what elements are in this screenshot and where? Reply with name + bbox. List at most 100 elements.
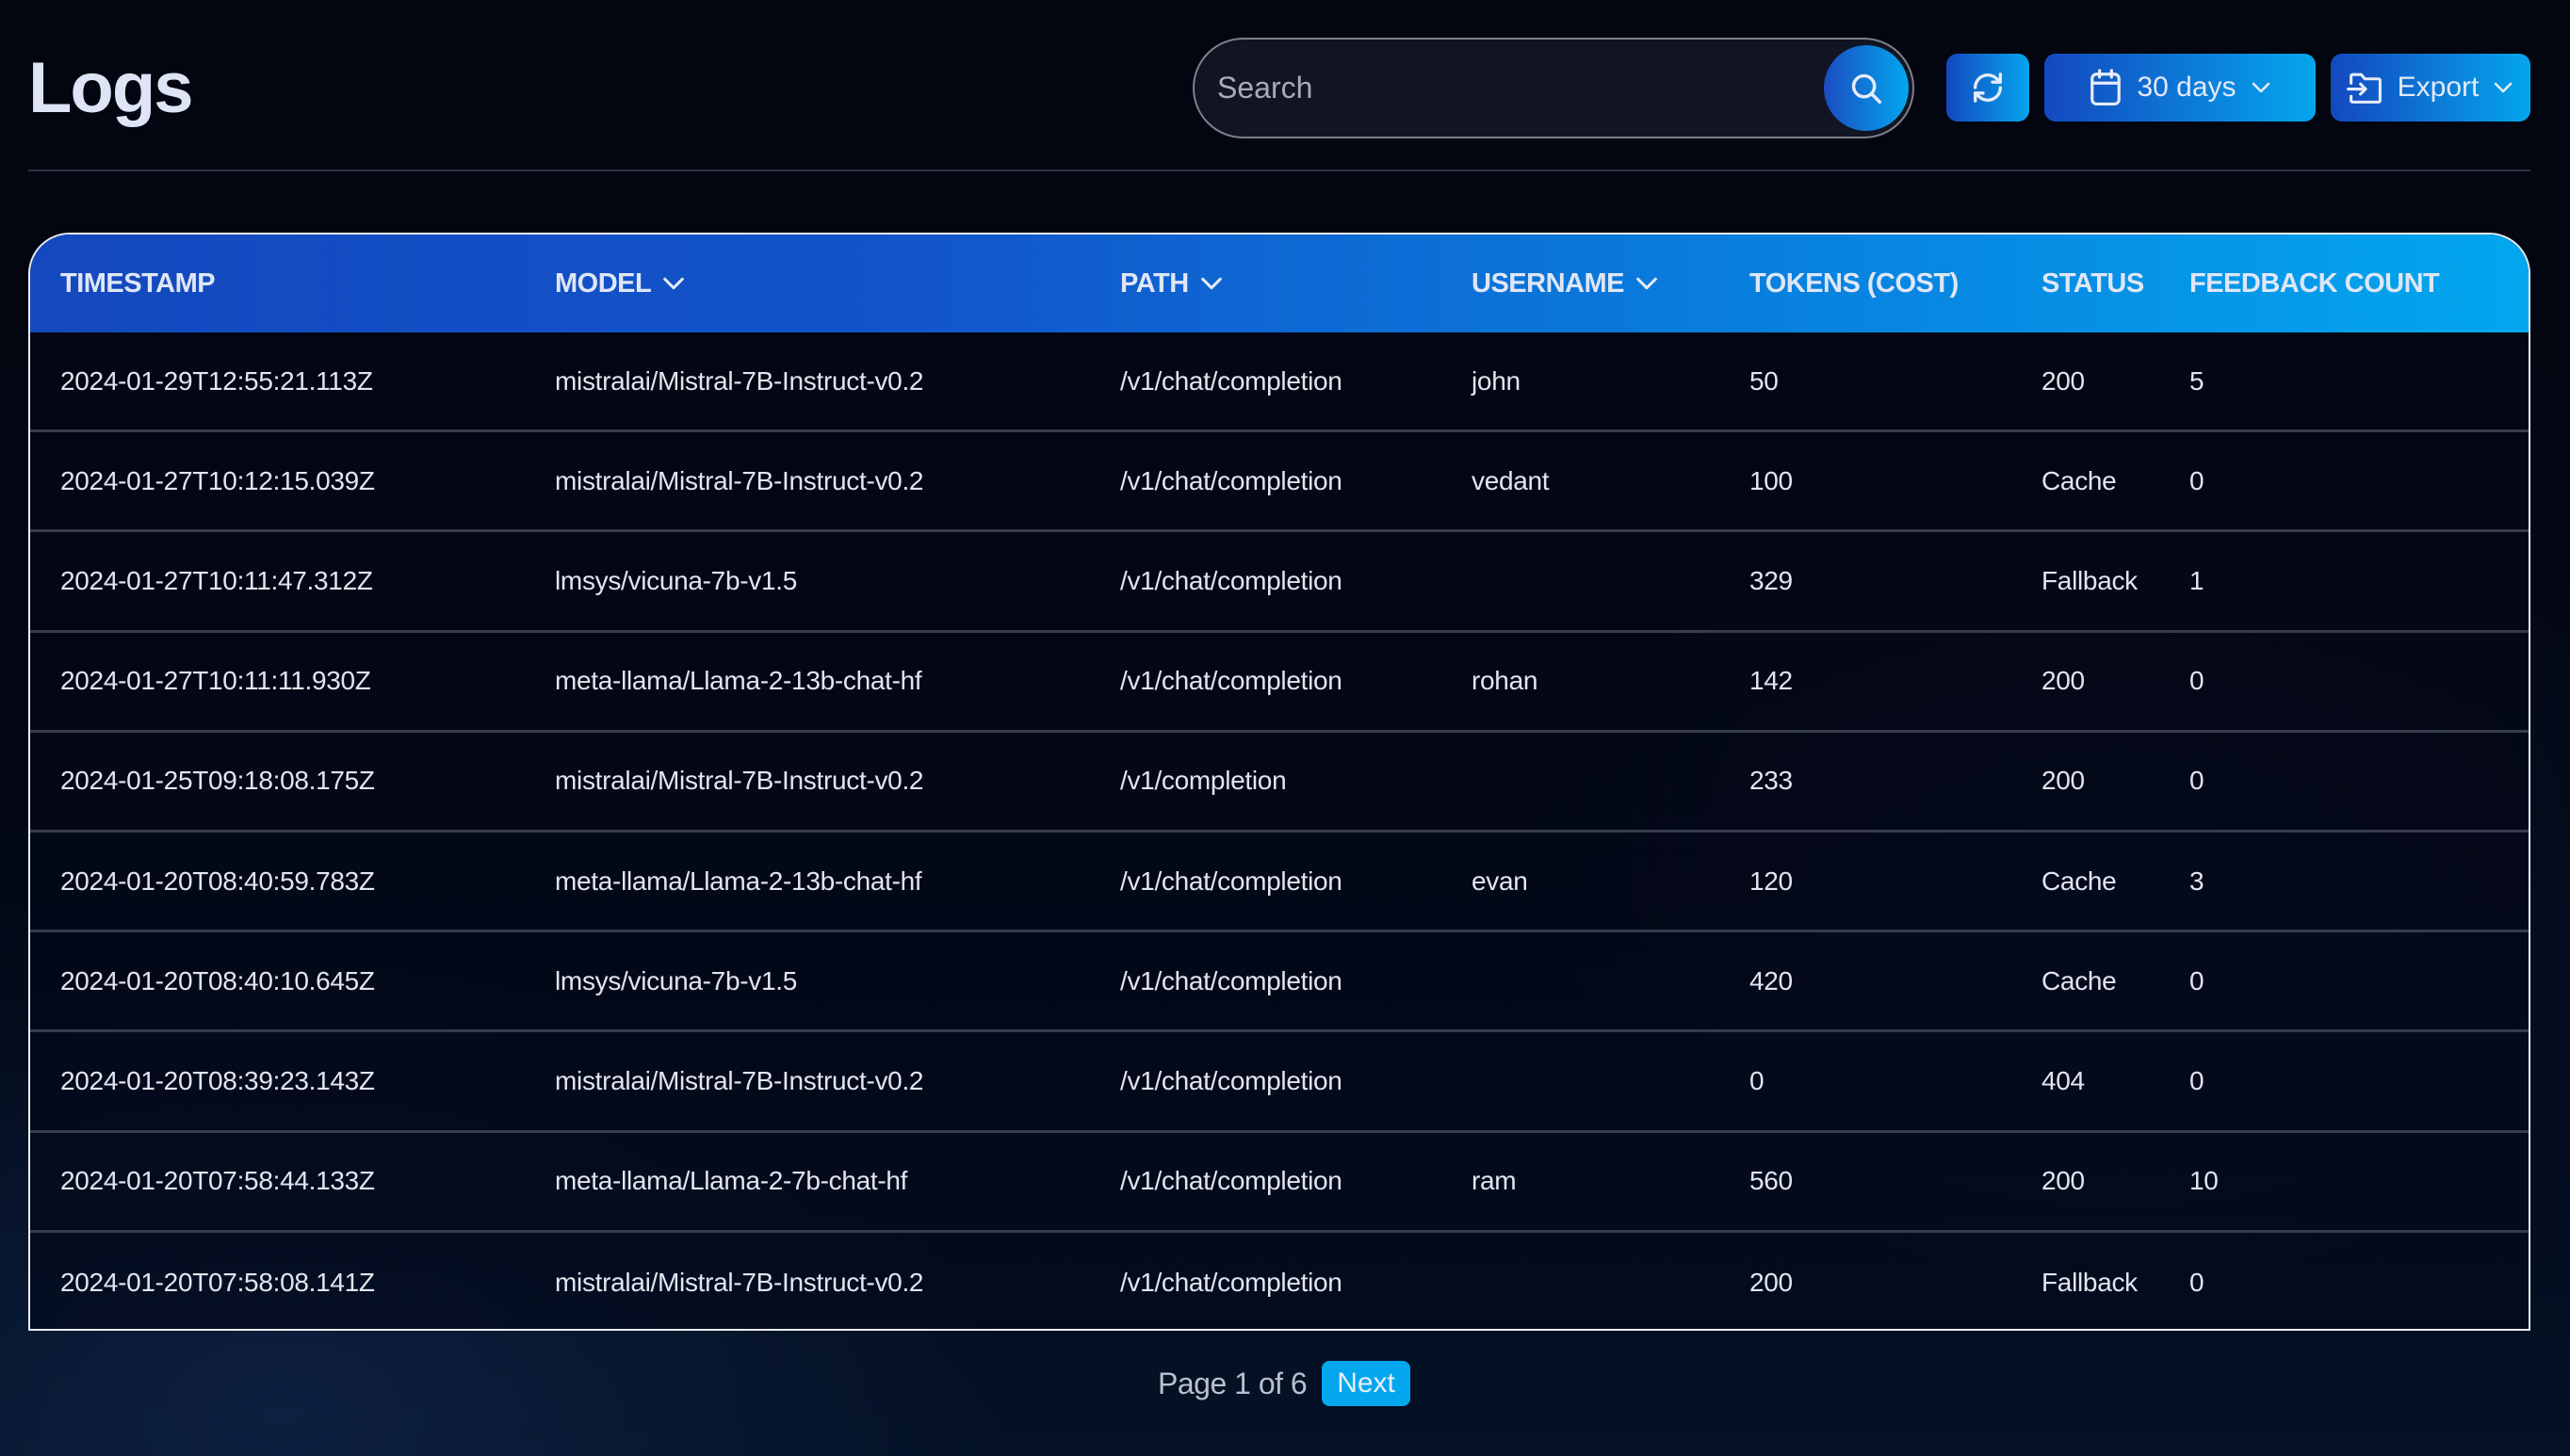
page-title: Logs	[28, 48, 194, 128]
chevron-down-icon	[1636, 277, 1657, 290]
page-indicator: Page 1 of 6	[1158, 1366, 1308, 1400]
cell-username: evan	[1472, 866, 1528, 896]
table-row[interactable]: 2024-01-20T08:39:23.143Z mistralai/Mistra…	[30, 1032, 2529, 1133]
date-range-dropdown[interactable]: 30 days	[2044, 54, 2316, 121]
column-header-timestamp: TIMESTAMP	[60, 235, 216, 332]
column-header-label: PATH	[1120, 267, 1189, 299]
header-divider	[28, 170, 2530, 171]
table-row[interactable]: 2024-01-20T07:58:44.133Z meta-llama/Llama…	[30, 1133, 2529, 1233]
cell-username: rohan	[1472, 666, 1538, 696]
column-header-username[interactable]: USERNAME	[1472, 235, 1660, 332]
date-range-label: 30 days	[2137, 72, 2237, 103]
cell-timestamp: 2024-01-20T08:40:59.783Z	[60, 866, 375, 896]
cell-status: Cache	[2041, 465, 2117, 495]
column-header-feedback-count: FEEDBACK COUNT	[2189, 235, 2440, 332]
column-header-status: STATUS	[2041, 235, 2144, 332]
table-row[interactable]: 2024-01-27T10:12:15.039Z mistralai/Mistra…	[30, 432, 2529, 533]
table-row[interactable]: 2024-01-20T08:40:59.783Z meta-llama/Llama…	[30, 833, 2529, 933]
cell-path: /v1/chat/completion	[1120, 965, 1342, 995]
chevron-down-icon	[1200, 277, 1222, 290]
pagination: Page 1 of 6 Next	[1158, 1361, 1410, 1406]
cell-model: mistralai/Mistral-7B-Instruct-v0.2	[555, 1065, 924, 1095]
cell-model: mistralai/Mistral-7B-Instruct-v0.2	[555, 365, 924, 396]
table-row[interactable]: 2024-01-20T08:40:10.645Z lmsys/vicuna-7b-…	[30, 932, 2529, 1033]
cell-path: /v1/chat/completion	[1120, 365, 1342, 396]
column-header-path[interactable]: PATH	[1120, 235, 1225, 332]
cell-tokens: 329	[1749, 565, 1793, 595]
column-header-label: USERNAME	[1472, 267, 1624, 299]
table-body: 2024-01-29T12:55:21.113Z mistralai/Mistra…	[30, 332, 2529, 1329]
column-header-tokens: TOKENS (COST)	[1749, 235, 1959, 332]
cell-tokens: 200	[1749, 1267, 1793, 1297]
cell-timestamp: 2024-01-27T10:11:47.312Z	[60, 565, 373, 595]
cell-tokens: 100	[1749, 465, 1793, 495]
cell-feedback-count: 0	[2189, 1267, 2204, 1297]
table-row[interactable]: 2024-01-27T10:11:47.312Z lmsys/vicuna-7b-…	[30, 532, 2529, 633]
cell-timestamp: 2024-01-20T07:58:44.133Z	[60, 1166, 375, 1196]
table-row[interactable]: 2024-01-25T09:18:08.175Z mistralai/Mistra…	[30, 733, 2529, 833]
table-row[interactable]: 2024-01-20T07:58:08.141Z mistralai/Mistra…	[30, 1233, 2529, 1329]
cell-status: Fallback	[2041, 1267, 2138, 1297]
cell-model: mistralai/Mistral-7B-Instruct-v0.2	[555, 766, 924, 796]
export-label: Export	[2397, 72, 2480, 103]
cell-model: meta-llama/Llama-2-13b-chat-hf	[555, 866, 922, 896]
search-input[interactable]	[1217, 40, 1820, 137]
cell-username: vedant	[1472, 465, 1550, 495]
cell-tokens: 120	[1749, 866, 1793, 896]
cell-feedback-count: 3	[2189, 866, 2204, 896]
next-page-button[interactable]: Next	[1322, 1361, 1410, 1406]
column-header-label: MODEL	[555, 267, 652, 299]
cell-feedback-count: 0	[2189, 766, 2204, 796]
cell-tokens: 420	[1749, 965, 1793, 995]
cell-feedback-count: 5	[2189, 365, 2204, 396]
cell-model: meta-llama/Llama-2-13b-chat-hf	[555, 666, 922, 696]
cell-path: /v1/chat/completion	[1120, 1065, 1342, 1095]
search-button[interactable]	[1824, 45, 1909, 131]
column-header-label: STATUS	[2041, 267, 2144, 299]
cell-feedback-count: 0	[2189, 1065, 2204, 1095]
cell-timestamp: 2024-01-20T07:58:08.141Z	[60, 1267, 375, 1297]
chevron-down-icon	[2252, 82, 2269, 93]
cell-path: /v1/chat/completion	[1120, 666, 1342, 696]
cell-tokens: 233	[1749, 766, 1793, 796]
cell-timestamp: 2024-01-29T12:55:21.113Z	[60, 365, 373, 396]
export-dropdown[interactable]: Export	[2331, 54, 2530, 121]
folder-export-icon	[2346, 73, 2382, 104]
cell-status: 404	[2041, 1065, 2085, 1095]
cell-feedback-count: 0	[2189, 465, 2204, 495]
chevron-down-icon	[663, 277, 685, 290]
cell-path: /v1/chat/completion	[1120, 866, 1342, 896]
table-header: TIMESTAMP MODEL PATH USERNAME TOKENS (COST) S…	[30, 235, 2529, 332]
cell-model: mistralai/Mistral-7B-Instruct-v0.2	[555, 1267, 924, 1297]
search-bar	[1193, 38, 1914, 138]
cell-status: Fallback	[2041, 565, 2138, 595]
cell-model: lmsys/vicuna-7b-v1.5	[555, 965, 797, 995]
cell-path: /v1/completion	[1120, 766, 1287, 796]
cell-feedback-count: 1	[2189, 565, 2204, 595]
cell-timestamp: 2024-01-20T08:40:10.645Z	[60, 965, 375, 995]
cell-model: meta-llama/Llama-2-7b-chat-hf	[555, 1166, 908, 1196]
cell-status: 200	[2041, 766, 2085, 796]
calendar-icon	[2090, 69, 2122, 105]
cell-feedback-count: 10	[2189, 1166, 2219, 1196]
cell-timestamp: 2024-01-20T08:39:23.143Z	[60, 1065, 375, 1095]
cell-path: /v1/chat/completion	[1120, 565, 1342, 595]
search-icon	[1851, 73, 1881, 104]
cell-tokens: 50	[1749, 365, 1779, 396]
cell-timestamp: 2024-01-27T10:11:11.930Z	[60, 666, 371, 696]
table-row[interactable]: 2024-01-27T10:11:11.930Z meta-llama/Llama…	[30, 633, 2529, 733]
cell-status: 200	[2041, 365, 2085, 396]
cell-tokens: 142	[1749, 666, 1793, 696]
column-header-model[interactable]: MODEL	[555, 235, 687, 332]
cell-status: 200	[2041, 1166, 2085, 1196]
cell-model: lmsys/vicuna-7b-v1.5	[555, 565, 797, 595]
column-header-label: TOKENS (COST)	[1749, 267, 1959, 299]
cell-tokens: 560	[1749, 1166, 1793, 1196]
refresh-button[interactable]	[1946, 54, 2029, 121]
cell-path: /v1/chat/completion	[1120, 465, 1342, 495]
chevron-down-icon	[2495, 82, 2513, 93]
column-header-label: FEEDBACK COUNT	[2189, 267, 2440, 299]
cell-timestamp: 2024-01-27T10:12:15.039Z	[60, 465, 375, 495]
table-row[interactable]: 2024-01-29T12:55:21.113Z mistralai/Mistra…	[30, 332, 2529, 433]
cell-username: ram	[1472, 1166, 1517, 1196]
